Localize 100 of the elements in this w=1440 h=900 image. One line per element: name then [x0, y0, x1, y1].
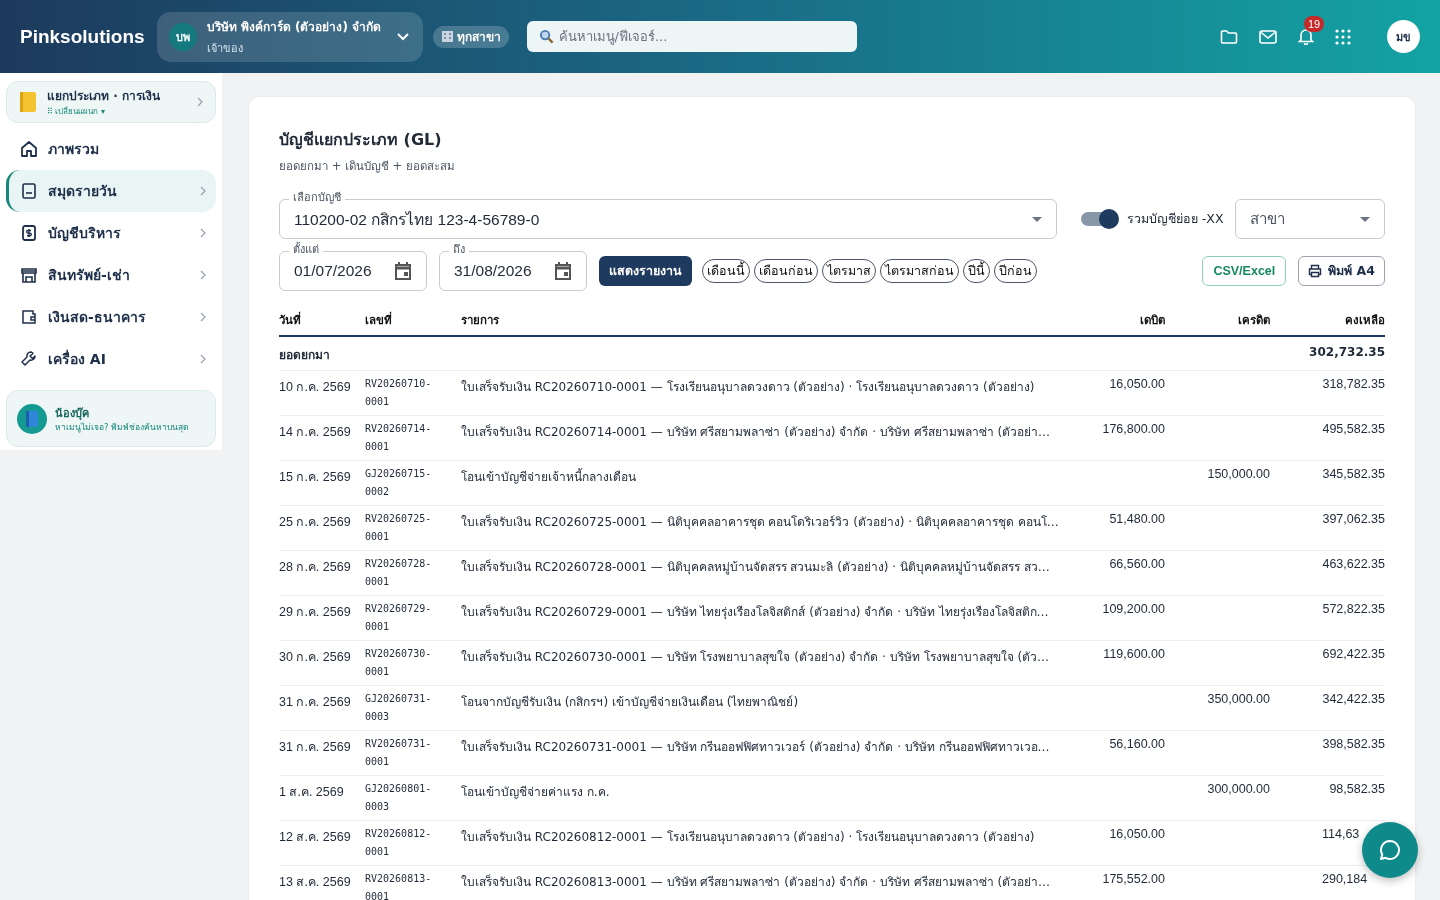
branch-select[interactable]: สาขา	[1235, 199, 1385, 239]
balance-cell: 398,582.35	[1322, 737, 1385, 751]
description-cell: ใบเสร็จรับเงิน RC20260728-0001 — นิติบุคคลหมู่บ้านจัดสรร สวนมะลิ (ตัวอย่าง) · นิติบุคคลหมู่บ้านจัดสรร สว…	[461, 560, 1050, 574]
date-cell: 31 ก.ค. 2569	[279, 695, 351, 709]
credit-cell: 150,000.00	[1207, 467, 1270, 481]
book-icon	[20, 182, 38, 200]
document-number-cell-text: RV20260729-0001	[365, 602, 433, 634]
dropdown-arrow-icon	[1032, 216, 1042, 222]
balance-cell: 342,422.35	[1322, 692, 1385, 706]
date-cell: 10 ก.ค. 2569	[279, 380, 351, 394]
description-cell: ใบเสร็จรับเงิน RC20260729-0001 — บริษัท ไทยรุ่งเรืองโลจิสติกส์ (ตัวอย่าง) จำกัด · บริษัท ไทยรุ่งเรืองโลจิสติก…	[461, 605, 1049, 619]
description-cell: ใบเสร็จรับเงิน RC20260714-0001 — บริษัท ศรีสยามพลาซ่า (ตัวอย่าง) จำกัด · บริษัท ศรีสยามพลาซ่า (ตัวอย่า…	[461, 425, 1051, 439]
description-cell: ใบเสร็จรับเงิน RC20260812-0001 — โรงเรียนอนุบาลดวงดาว (ตัวอย่าง) · โรงเรียนอนุบาลดวงดาว (ตัวอย่าง)	[461, 830, 1035, 844]
folder-icon[interactable]	[1220, 28, 1238, 45]
opening-balance-value: 302,732.35	[1309, 345, 1385, 359]
debit-cell: 66,560.00	[1109, 557, 1165, 571]
show-report-button[interactable]: แสดงรายงาน	[599, 256, 692, 286]
period-preset-button[interactable]: เดือนก่อน	[754, 259, 818, 283]
balance-cell-text: 114,63	[1322, 827, 1361, 841]
notification-count: 19	[1304, 16, 1325, 32]
field-label: เลือกบัญชี	[289, 191, 345, 205]
apps-grid-icon[interactable]	[1335, 28, 1351, 45]
sidebar-item[interactable]: เงินสด-ธนาคาร	[6, 296, 216, 338]
balance-cell: 463,622.35	[1322, 557, 1385, 571]
debit-cell: 176,800.00	[1102, 422, 1165, 436]
debit-cell: 109,200.00	[1102, 602, 1165, 616]
calendar-icon	[394, 261, 412, 281]
date-cell: 13 ส.ค. 2569	[279, 875, 351, 889]
description-cell: โอนเข้าบัญชีจ่ายค่าแรง ก.ค.	[461, 785, 610, 799]
description-cell: ใบเสร็จรับเงิน RC20260813-0001 — บริษัท ศรีสยามพลาซ่า (ตัวอย่าง) จำกัด · บริษัท ศรีสยามพลาซ่า (ตัวอย่า…	[461, 875, 1051, 889]
csv-export-button[interactable]: CSV/Excel	[1202, 256, 1287, 286]
column-header: เดบิต	[1140, 313, 1165, 327]
bell-icon[interactable]	[1298, 28, 1314, 45]
date-cell: 15 ก.ค. 2569	[279, 470, 351, 484]
description-cell: โอนจากบัญชีรับเงิน (กสิกรฯ) เข้าบัญชีจ่ายเงินเดือน (ไทยพาณิชย์)	[461, 695, 799, 709]
debit-cell: 175,552.00	[1102, 872, 1165, 886]
include-sub-toggle[interactable]	[1081, 212, 1117, 226]
company-switcher[interactable]: บพ บริษัท พิงค์การ์ด (ตัวอย่าง) จำกัด เจ้าของ	[156, 11, 423, 62]
company-avatar: บพ	[168, 22, 197, 51]
mail-icon[interactable]	[1259, 29, 1277, 44]
document-number-cell-text: GJ20260715-0002	[365, 467, 433, 499]
column-header: เลขที่	[365, 313, 392, 327]
assistant-card[interactable]: น้องบุ๊ค หาเมนูไม่เจอ? พิมพ์ช่องค้นหาบนสุด	[6, 390, 216, 447]
debit-cell: 51,480.00	[1109, 512, 1165, 526]
document-number-cell-text: RV20260812-0001	[365, 827, 433, 859]
switch-department-link[interactable]: ⠿ เปลี่ยนแผนก ▾	[47, 105, 187, 118]
balance-cell: 98,582.35	[1329, 782, 1385, 796]
period-preset-button[interactable]: เดือนนี้	[702, 259, 750, 283]
sidebar-item[interactable]: สินทรัพย์-เช่า	[6, 254, 216, 296]
opening-balance-label: ยอดยกมา	[279, 348, 330, 362]
store-icon	[20, 266, 38, 284]
brand-name: Pinksolutions	[20, 25, 145, 48]
branch-button[interactable]: ทุกสาขา	[432, 25, 509, 48]
print-button[interactable]: พิมพ์ A4	[1298, 256, 1385, 286]
building-icon	[440, 30, 454, 43]
notebook-icon	[19, 91, 37, 113]
debit-cell: 16,050.00	[1109, 377, 1165, 391]
date-cell: 25 ก.ค. 2569	[279, 515, 351, 529]
printer-icon	[1308, 264, 1323, 278]
balance-cell: 318,782.35	[1322, 377, 1385, 391]
document-number-cell-text: GJ20260801-0003	[365, 782, 433, 814]
assistant-hint: หาเมนูไม่เจอ? พิมพ์ช่องค้นหาบนสุด	[55, 422, 190, 433]
report-subtitle: ยอดยกมา + เดินบัญชี + ยอดสะสม	[279, 158, 456, 175]
balance-cell: 397,062.35	[1322, 512, 1385, 526]
date-cell: 31 ก.ค. 2569	[279, 740, 351, 754]
description-cell: ใบเสร็จรับเงิน RC20260725-0001 — นิติบุคคลอาคารชุด คอนโดริเวอร์วิว (ตัวอย่าง) · นิติบุคคลอาคารชุด คอนโ…	[461, 515, 1059, 529]
debit-cell: 16,050.00	[1109, 827, 1165, 841]
search-field[interactable]: ค้นหาเมนู/ฟีเจอร์...	[526, 21, 857, 52]
debit-cell: 56,160.00	[1109, 737, 1165, 751]
document-number-cell-text: RV20260813-0001	[365, 872, 433, 900]
document-number-cell-text: RV20260730-0001	[365, 647, 433, 679]
calendar-icon	[554, 261, 572, 281]
date-cell: 30 ก.ค. 2569	[279, 650, 351, 664]
period-preset-button[interactable]: ไตรมาสก่อน	[880, 259, 959, 283]
description-cell: ใบเสร็จรับเงิน RC20260730-0001 — บริษัท โรงพยาบาลสุขใจ (ตัวอย่าง) จำกัด · บริษัท โรงพยาบาลสุขใจ (ตัว…	[461, 650, 1050, 664]
period-preset-button[interactable]: ปีก่อน	[994, 259, 1037, 283]
period-preset-button[interactable]: ไตรมาส	[822, 259, 876, 283]
column-header: รายการ	[461, 313, 499, 327]
balance-cell: 572,822.35	[1322, 602, 1385, 616]
date-cell: 28 ก.ค. 2569	[279, 560, 351, 574]
sidebar-item[interactable]: ภาพรวม	[6, 128, 216, 170]
sidebar-item[interactable]: บัญชีบริหาร	[6, 212, 216, 254]
balance-cell-text: 290,184	[1322, 872, 1369, 886]
column-header: คงเหลือ	[1345, 313, 1385, 327]
description-cell: ใบเสร็จรับเงิน RC20260731-0001 — บริษัท กรีนออฟฟิศทาวเวอร์ (ตัวอย่าง) จำกัด · บริษัท กรีนออฟฟิศทาวเวอ…	[461, 740, 1050, 754]
chevron-right-icon	[197, 97, 203, 107]
date-cell: 1 ส.ค. 2569	[279, 785, 344, 799]
user-avatar[interactable]: มข	[1387, 20, 1420, 53]
sidebar-item[interactable]: สมุดรายวัน	[6, 170, 216, 212]
document-number-cell-text: RV20260728-0001	[365, 557, 433, 589]
sidebar-item[interactable]: เครื่อง AI	[6, 338, 216, 380]
company-role: เจ้าของ	[206, 40, 244, 57]
document-number-cell-text: GJ20260731-0003	[365, 692, 433, 724]
report-title: บัญชีแยกประเภท (GL)	[279, 129, 442, 152]
module-switcher[interactable]: แยกประเภท · การเงิน ⠿ เปลี่ยนแผนก ▾	[6, 81, 216, 123]
dropdown-arrow-icon	[1360, 216, 1370, 222]
period-preset-button[interactable]: ปีนี้	[963, 259, 990, 283]
column-header: เครดิต	[1238, 313, 1270, 327]
chevron-down-icon	[396, 32, 409, 41]
receipt-icon	[20, 224, 38, 242]
